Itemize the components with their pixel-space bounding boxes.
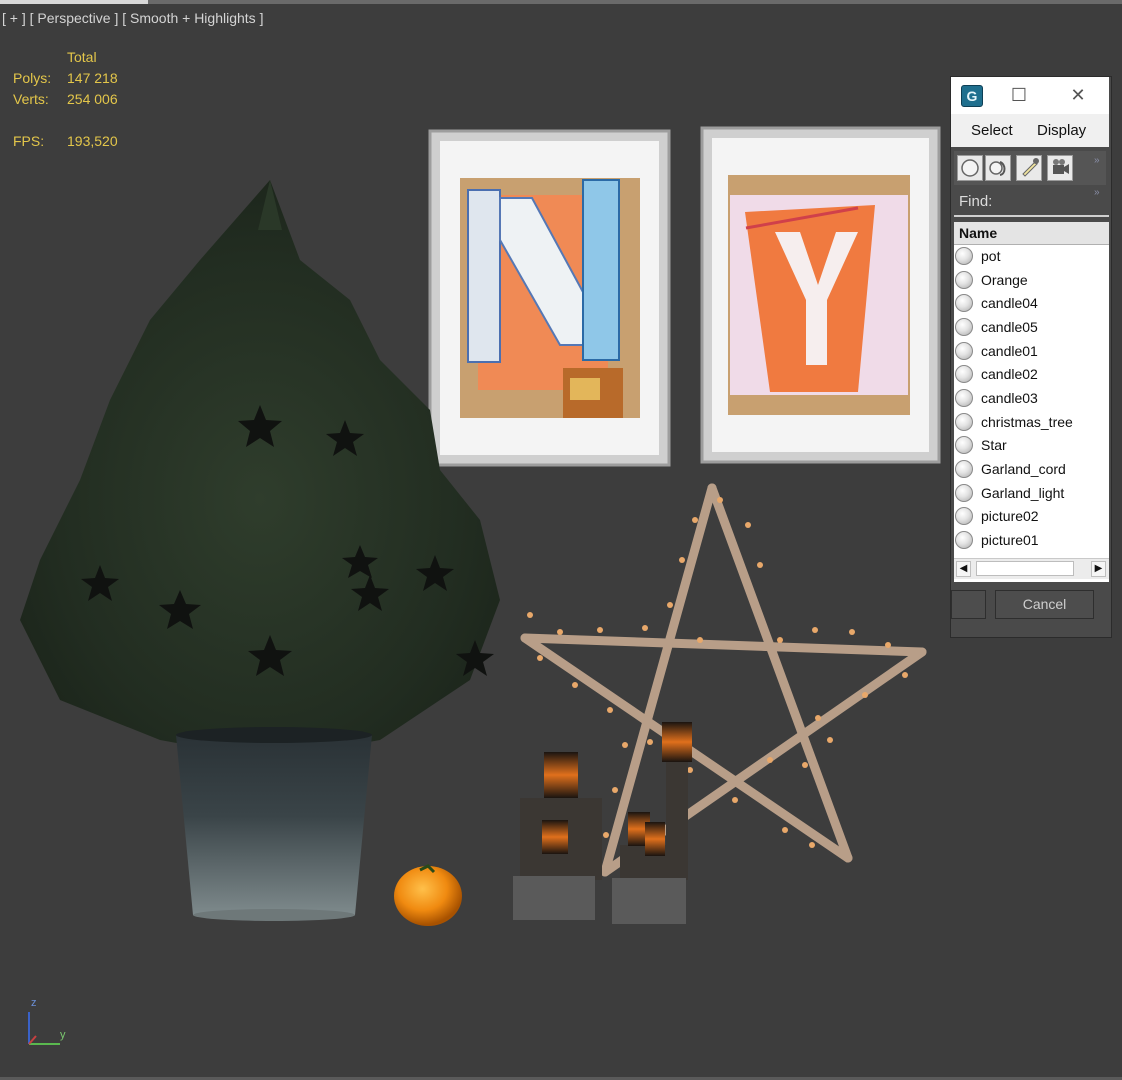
- list-item[interactable]: candle03: [954, 387, 1109, 411]
- orange: [394, 864, 462, 926]
- object-icon: [955, 484, 973, 502]
- select-from-scene-dialog: G ☐ ✕ Select Display » » Find: Name pot …: [951, 77, 1111, 637]
- ok-button[interactable]: [951, 590, 986, 619]
- maximize-icon[interactable]: ☐: [1006, 83, 1032, 107]
- horizontal-scrollbar[interactable]: ◀ ▶: [954, 558, 1109, 579]
- object-icon: [955, 294, 973, 312]
- picture01-frame: [428, 129, 671, 467]
- scrollbar-thumb[interactable]: [976, 561, 1074, 576]
- axis-z-label: z: [31, 997, 37, 1009]
- axis-gizmo-lines: [28, 1012, 60, 1045]
- scroll-right-icon[interactable]: ▶: [1091, 561, 1106, 577]
- axis-y-label: y: [60, 1029, 66, 1041]
- list-item[interactable]: christmas_tree: [954, 411, 1109, 435]
- list-item[interactable]: Orange: [954, 269, 1109, 293]
- object-icon: [955, 531, 973, 549]
- dialog-menubar: Select Display: [951, 114, 1109, 147]
- object-icon: [955, 271, 973, 289]
- picture02-frame: [700, 126, 941, 464]
- candles: [513, 722, 692, 924]
- camera-filter-icon[interactable]: [1047, 155, 1073, 181]
- object-icon: [955, 342, 973, 360]
- dialog-titlebar[interactable]: G ☐ ✕: [951, 77, 1109, 114]
- perspective-viewport[interactable]: [ + ] [ Perspective ] [ Smooth + Highlig…: [0, 0, 1122, 1080]
- light-filter-icon[interactable]: [1016, 155, 1042, 181]
- list-item[interactable]: Garland_light: [954, 482, 1109, 506]
- shapes-filter-icon[interactable]: [985, 155, 1011, 181]
- list-item[interactable]: picture02: [954, 505, 1109, 529]
- scroll-left-icon[interactable]: ◀: [956, 561, 971, 577]
- menu-display[interactable]: Display: [1037, 122, 1086, 139]
- close-icon[interactable]: ✕: [1065, 83, 1091, 107]
- object-icon: [955, 247, 973, 265]
- scene-object-list[interactable]: Name pot Orange candle04 candle05 candle…: [954, 222, 1109, 582]
- filter-toolbar: »: [954, 151, 1106, 185]
- list-item[interactable]: pot: [954, 245, 1109, 269]
- object-icon: [955, 436, 973, 454]
- list-item[interactable]: candle02: [954, 363, 1109, 387]
- 3dsmax-icon: G: [961, 85, 983, 107]
- object-icon: [955, 389, 973, 407]
- list-item[interactable]: candle01: [954, 340, 1109, 364]
- object-icon: [955, 365, 973, 383]
- christmas-tree: [20, 180, 500, 760]
- list-item[interactable]: Garland_cord: [954, 458, 1109, 482]
- object-icon: [955, 413, 973, 431]
- list-item[interactable]: candle04: [954, 292, 1109, 316]
- pot: [176, 727, 372, 921]
- list-item[interactable]: Star: [954, 434, 1109, 458]
- column-header-name[interactable]: Name: [954, 222, 1109, 245]
- toolbar-expand-icon[interactable]: »: [1094, 155, 1100, 166]
- find-input[interactable]: [954, 215, 1109, 217]
- list-item[interactable]: candle05: [954, 316, 1109, 340]
- list-item[interactable]: picture01: [954, 529, 1109, 553]
- object-icon: [955, 460, 973, 478]
- sphere-filter-icon[interactable]: [957, 155, 983, 181]
- object-icon: [955, 507, 973, 525]
- object-icon: [955, 318, 973, 336]
- cancel-button[interactable]: Cancel: [995, 590, 1094, 619]
- find-label: Find:: [959, 193, 993, 210]
- menu-select[interactable]: Select: [971, 122, 1013, 139]
- find-expand-icon[interactable]: »: [1094, 187, 1100, 198]
